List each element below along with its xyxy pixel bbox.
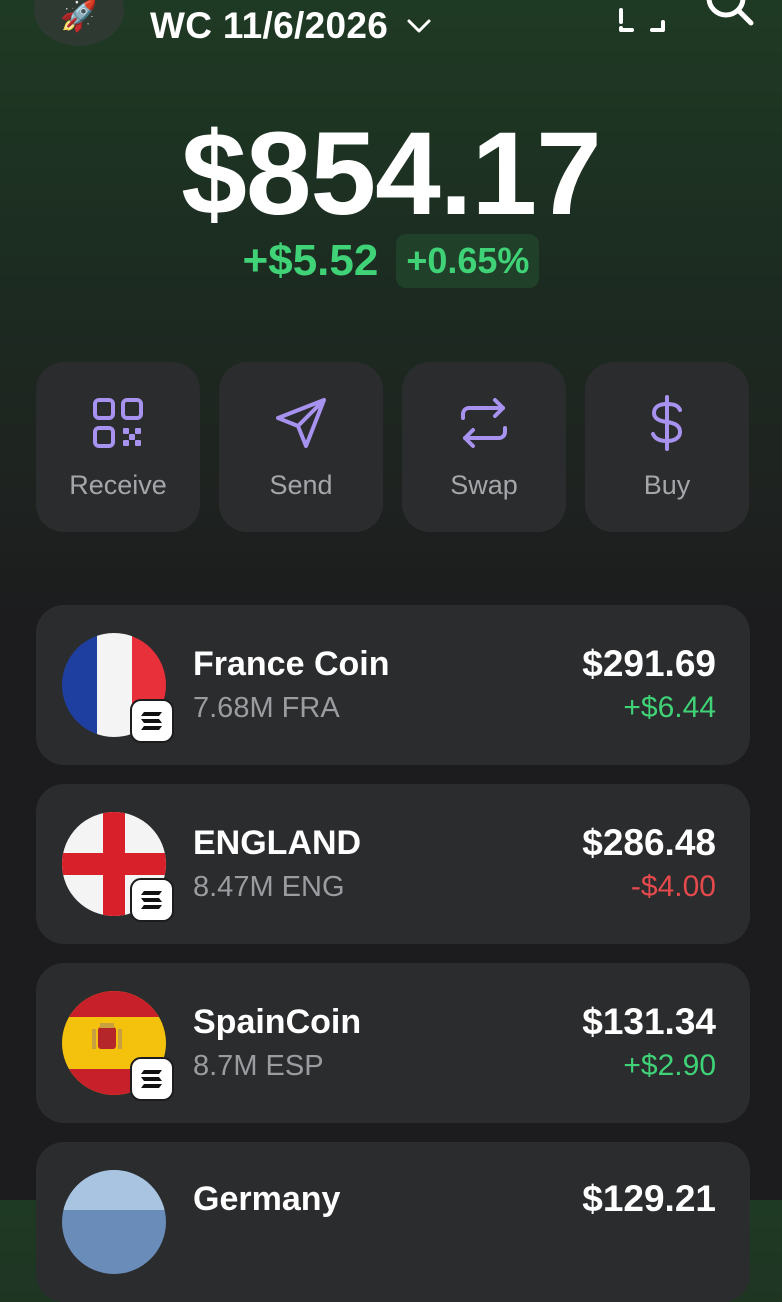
scan-icon[interactable]: [618, 2, 666, 36]
change-percent-badge: +0.65%: [396, 234, 540, 288]
chevron-down-icon: [407, 19, 431, 33]
send-label: Send: [269, 470, 333, 500]
token-value: $131.34: [582, 1001, 716, 1042]
dollar-icon: [651, 395, 683, 451]
account-name: WC 11/6/2026: [150, 5, 389, 46]
token-name: ENGLAND: [193, 824, 362, 862]
token-change: +$6.44: [623, 691, 716, 724]
qr-code-icon: [93, 398, 143, 448]
token-row-germany[interactable]: Germany $129.21: [36, 1142, 750, 1302]
token-row-spain[interactable]: SpainCoin 8.7M ESP $131.34 +$2.90: [36, 963, 750, 1123]
send-button[interactable]: Send: [219, 362, 383, 532]
token-name: SpainCoin: [193, 1003, 362, 1041]
solana-badge-icon: [130, 1057, 174, 1101]
receive-label: Receive: [69, 470, 167, 500]
token-amount: 8.47M ENG: [193, 871, 345, 903]
change-amount: +$5.52: [242, 236, 379, 285]
token-name: France Coin: [193, 645, 390, 683]
portfolio-balance: $854.17: [181, 108, 602, 240]
buy-button[interactable]: Buy: [585, 362, 749, 532]
token-amount: 8.7M ESP: [193, 1050, 324, 1082]
search-icon[interactable]: [700, 0, 756, 30]
token-row-france[interactable]: France Coin 7.68M FRA $291.69 +$6.44: [36, 605, 750, 765]
send-icon: [276, 398, 326, 448]
swap-button[interactable]: Swap: [402, 362, 566, 532]
action-buttons: Receive Send Swap Buy: [36, 362, 749, 532]
portfolio-change: +$5.52 +0.65%: [0, 234, 782, 288]
swap-label: Swap: [450, 470, 518, 500]
receive-button[interactable]: Receive: [36, 362, 200, 532]
token-row-england[interactable]: ENGLAND 8.47M ENG $286.48 -$4.00: [36, 784, 750, 944]
solana-badge-icon: [130, 878, 174, 922]
token-value: $291.69: [582, 643, 716, 684]
swap-icon: [461, 398, 507, 448]
account-selector[interactable]: WC 11/6/2026: [150, 4, 432, 48]
token-value: $286.48: [582, 822, 716, 863]
account-avatar[interactable]: 🚀: [34, 0, 124, 46]
rocket-icon: 🚀: [60, 0, 98, 33]
token-amount: 7.68M FRA: [193, 692, 340, 724]
token-value: $129.21: [582, 1178, 716, 1219]
token-change: +$2.90: [623, 1049, 716, 1082]
buy-label: Buy: [643, 470, 691, 500]
token-change: -$4.00: [630, 870, 716, 903]
solana-badge-icon: [130, 699, 174, 743]
germany-image-icon: [62, 1170, 166, 1274]
